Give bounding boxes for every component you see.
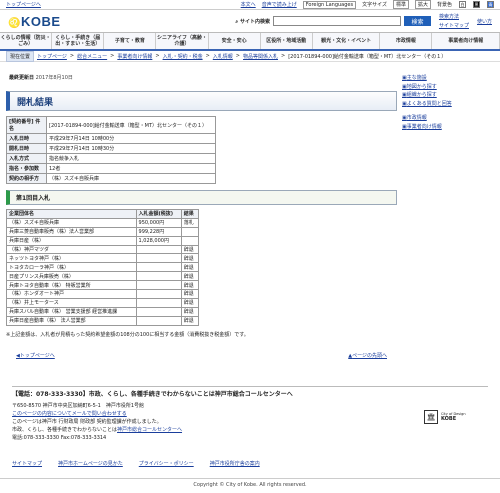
to-top-page-link[interactable]: ◀トップページへ	[16, 352, 55, 359]
footer-sitemap-link[interactable]: サイトマップ	[12, 460, 42, 467]
bg-white-button[interactable]: 白	[459, 1, 466, 8]
site-header: ♌KOBE ⌕ サイト内検索 検索 検索方法 サイトマップ 使い方	[0, 10, 500, 32]
table-row: ネッツトヨタ神戸（株） 辞退	[6, 253, 200, 264]
text-size-label: 文字サイズ	[362, 2, 387, 8]
breadcrumb-item[interactable]: 入札情報	[213, 53, 233, 60]
search-button[interactable]: 検索	[403, 16, 431, 26]
nav-item-living[interactable]: くらしの情報（防災・ごみ）	[0, 33, 53, 49]
usage-link[interactable]: 使い方	[477, 18, 492, 25]
footer-links: サイトマップ 神戸市ホームページの見かた プライバシー・ポリシー 神戸市役所庁舎…	[12, 460, 488, 467]
nav-item-ward[interactable]: 区役所・地域活動	[261, 33, 313, 49]
unesco-logo: 🏛 City of Design KOBE	[424, 410, 486, 424]
bg-black-button[interactable]: 黒	[473, 1, 480, 8]
side-link-org[interactable]: ▣組織から探す	[402, 91, 492, 100]
nav-item-safety[interactable]: 安全・安心	[209, 33, 261, 49]
skip-to-content-link[interactable]: 本文へ	[241, 1, 256, 8]
main-content: 開札結果 [契約番号] 件名 [2017-01894-000]給付金輸送車（箱型・…	[6, 91, 397, 359]
table-row: 兵庫トヨタ自動車（株） 特販営業所 辞退	[6, 280, 200, 291]
bid-details-table: [契約番号] 件名 [2017-01894-000]給付金輸送車（箱型・MT）北セ…	[6, 116, 216, 184]
page-nav: ◀トップページへ ▲ページの先頭へ	[6, 352, 397, 359]
text-size-large[interactable]: 拡大	[414, 0, 431, 9]
nav-item-childcare[interactable]: 子育て・教育	[104, 33, 157, 49]
global-nav: くらしの情報（防災・ごみ） くらし・手続き（届出・すまい・生活） 子育て・教育 …	[0, 32, 500, 51]
last-updated: 最終更新日 2017年8月10日	[9, 75, 73, 81]
table-row: （株）井上モータース 辞退	[6, 297, 200, 308]
nav-item-senior[interactable]: シニアライフ（高齢・介護）	[156, 33, 209, 49]
site-search: ⌕ サイト内検索 検索	[235, 16, 431, 26]
page-title: 開札結果	[6, 91, 397, 111]
breadcrumb-item[interactable]: 入札・契約・税金	[163, 53, 203, 60]
call-center-bar: 【電話：078-333-3330】市政、くらし、各種手続きでわからないことは神戸…	[12, 386, 488, 398]
search-input[interactable]	[272, 16, 401, 26]
table-row: トヨタカローラ神戸（株） 辞退	[6, 262, 200, 273]
section-heading: 第1回目入札	[6, 190, 397, 205]
table-row: 兵庫日産（株） 1,028,000円	[6, 235, 200, 246]
breadcrumb: 現在位置 トップページ > 総合メニュー > 事業者向け情報 > 入札・契約・税金 > …	[0, 50, 500, 62]
price-note: ※上記金額は、入札者が見積もった契約希望金額の108分の100に相当する金額（消…	[6, 331, 249, 338]
search-icon: ⌕	[235, 18, 239, 25]
table-row: （株）ホンダオート神戸 辞退	[6, 289, 200, 299]
bg-blue-button[interactable]: 青	[487, 1, 494, 8]
side-link-map[interactable]: ▣地図から探す	[402, 83, 492, 92]
call-center-link[interactable]: 神戸市総合コールセンターへ	[117, 427, 182, 433]
footer-dept: このページは神戸市 行財政局 財政部 契約監理課が作成しました。	[12, 419, 162, 425]
search-label: ⌕ サイト内検索	[235, 18, 270, 25]
breadcrumb-item[interactable]: トップページ	[37, 53, 67, 60]
side-menu: ▣主な施設 ▣地図から探す ▣組織から探す ▣よくある質問と回答 ▣市政情報 ▣…	[402, 74, 492, 131]
table-row: 兵庫スバル自動車（株） 営業支援部 経営推進課 辞退	[6, 306, 200, 317]
current-location-label: 現在位置	[6, 50, 35, 62]
table-row: 兵庫三菱自動車販売（株）法人営業部 999,228円	[6, 226, 200, 237]
voice-read-link[interactable]: 音声で読み上げ	[262, 1, 297, 8]
table-row: （株）スズキ自販兵庫 950,000円 落札	[6, 217, 200, 228]
bid-results-table: 企業団体名 入札金額(税抜) 結果 （株）スズキ自販兵庫 950,000円 落札 兵庫三…	[6, 209, 200, 326]
side-link-facilities[interactable]: ▣主な施設	[402, 74, 492, 83]
unesco-temple-icon: 🏛	[424, 410, 438, 424]
breadcrumb-item[interactable]: 総合メニュー	[77, 53, 107, 60]
table-row: （株）神戸マツダ 辞退	[6, 244, 200, 255]
table-row: 兵庫日産自動車（株） 法人営業部 辞退	[6, 315, 200, 326]
footer-address: 〒650-8570 神戸市中央区加納町6-5-1 神戸市役所1号館	[12, 403, 144, 409]
breadcrumb-current: [2017-01894-000]給付金輸送車（箱型・MT）北センター（その１）	[288, 53, 447, 60]
footer-info: 〒650-8570 神戸市中央区加納町6-5-1 神戸市役所1号館 このページの…	[12, 402, 488, 442]
nav-item-city[interactable]: 市政情報	[380, 33, 433, 49]
home-link[interactable]: トップページへ	[6, 1, 41, 8]
side-link-faq[interactable]: ▣よくある質問と回答	[402, 100, 492, 109]
breadcrumb-item[interactable]: 事業者向け情報	[117, 53, 152, 60]
utility-bar: トップページへ 本文へ 音声で読み上げ Foreign Languages 文字…	[0, 0, 500, 10]
to-page-top-link[interactable]: ▲ページの先頭へ	[348, 352, 387, 359]
footer-howto-link[interactable]: 神戸市ホームページの見かた	[58, 460, 123, 467]
side-link-city[interactable]: ▣市政情報	[402, 114, 492, 123]
nav-item-procedures[interactable]: くらし・手続き（届出・すまい・生活）	[52, 33, 105, 49]
bg-color-label: 背景色	[436, 2, 452, 8]
text-size-standard[interactable]: 標準	[392, 0, 409, 9]
header-links: 検索方法 サイトマップ	[439, 13, 469, 29]
footer-tel: 電話:078-333-3330 Fax:078-333-3314	[12, 435, 107, 441]
nav-item-business[interactable]: 事業者向け情報	[432, 33, 500, 49]
table-header-row: 企業団体名 入札金額(税抜) 結果	[6, 209, 200, 219]
nav-item-tourism[interactable]: 観光・文化・イベント	[313, 33, 381, 49]
language-select[interactable]: Foreign Languages	[302, 0, 357, 9]
kobe-logo[interactable]: ♌KOBE	[8, 14, 61, 29]
contact-mail-link[interactable]: このページの内容についてメールで問い合わせする	[12, 411, 127, 417]
search-help-link[interactable]: 検索方法	[439, 13, 469, 20]
site-map-link[interactable]: サイトマップ	[439, 22, 469, 29]
breadcrumb-item[interactable]: 物品等関係入札	[243, 53, 278, 60]
copyright: Copyright © City of Kobe. All rights res…	[0, 478, 500, 488]
side-link-business[interactable]: ▣事業者向け情報	[402, 123, 492, 132]
table-row: 日産プリンス兵庫販売（株） 辞退	[6, 271, 200, 282]
footer-privacy-link[interactable]: プライバシー・ポリシー	[139, 460, 194, 467]
footer-cityhall-link[interactable]: 神戸市役所庁舎の案内	[210, 460, 260, 467]
